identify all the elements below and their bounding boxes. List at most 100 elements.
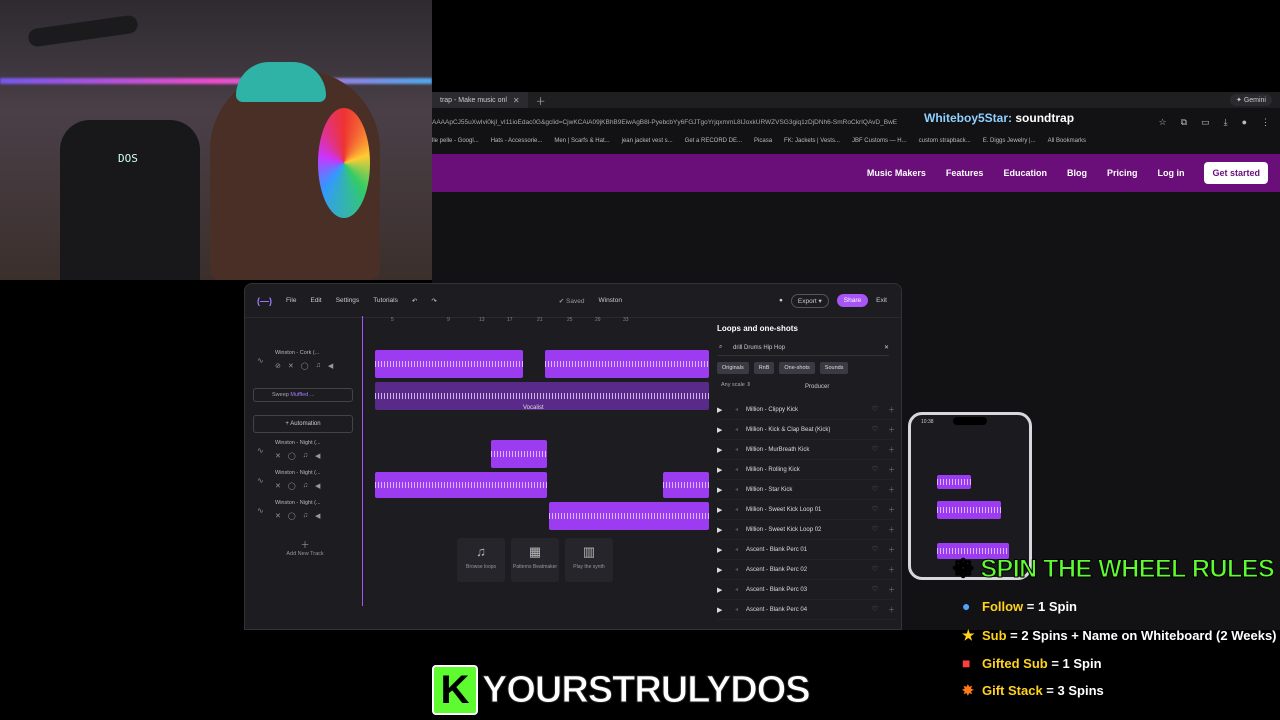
heart-icon[interactable]: ♡ xyxy=(872,525,878,535)
effects-icon[interactable]: ✕ xyxy=(275,482,281,490)
loop-item[interactable]: ▶ ◂ Million - Star Kick ♡ ＋ xyxy=(717,480,895,500)
play-icon[interactable]: ▶ xyxy=(717,426,727,434)
nav-pricing[interactable]: Pricing xyxy=(1107,168,1138,178)
nav-features[interactable]: Features xyxy=(946,168,984,178)
project-name[interactable]: Winston xyxy=(598,297,621,304)
track-header[interactable]: ∿ Winston - Night (... ✕ ◯ ♫ ◀ xyxy=(253,498,357,526)
bookmark[interactable]: lle pelle - Googl... xyxy=(432,138,479,144)
add-icon[interactable]: ＋ xyxy=(888,445,895,455)
add-icon[interactable]: ＋ xyxy=(888,605,895,615)
play-icon[interactable]: ▶ xyxy=(717,566,727,574)
nav-blog[interactable]: Blog xyxy=(1067,168,1087,178)
gemini-button[interactable]: ✦ Gemini xyxy=(1230,94,1272,106)
play-icon[interactable]: ▶ xyxy=(717,526,727,534)
menu-settings[interactable]: Settings xyxy=(336,297,360,304)
new-tab-icon[interactable]: ＋ xyxy=(536,93,546,108)
export-button[interactable]: Export ▾ xyxy=(790,293,829,308)
heart-icon[interactable]: ♡ xyxy=(872,405,878,415)
bookmark[interactable]: FK: Jackets | Vests... xyxy=(784,138,840,144)
menu-edit[interactable]: Edit xyxy=(310,297,321,304)
beatmaker-tile[interactable]: ▦ Patterns Beatmaker xyxy=(511,538,559,582)
exit-button[interactable]: Exit xyxy=(876,297,887,304)
play-icon[interactable]: ▶ xyxy=(717,606,727,614)
play-icon[interactable]: ▶ xyxy=(717,586,727,594)
track-name[interactable]: Winston - Night (... xyxy=(275,470,321,476)
heart-icon[interactable]: ♡ xyxy=(872,605,878,615)
headphones-icon[interactable]: ♫ xyxy=(303,512,308,520)
collaborator-icon[interactable]: ● xyxy=(779,297,783,304)
add-icon[interactable]: ＋ xyxy=(888,505,895,515)
track-name[interactable]: Winston - Night (... xyxy=(275,500,321,506)
heart-icon[interactable]: ♡ xyxy=(872,445,878,455)
star-icon[interactable]: ☆ xyxy=(1159,117,1167,128)
track-header[interactable]: ∿ Winston - Night (... ✕ ◯ ♫ ◀ xyxy=(253,438,357,466)
nav-log-in[interactable]: Log in xyxy=(1157,168,1184,178)
bookmark[interactable]: Hats - Accessorie... xyxy=(491,138,543,144)
add-icon[interactable]: ＋ xyxy=(888,565,895,575)
soundtrap-logo-icon[interactable]: (—) xyxy=(257,296,272,306)
synth-tile[interactable]: ▥ Play the synth xyxy=(565,538,613,582)
loop-item[interactable]: ▶ ◂ Ascent - Blank Perc 03 ♡ ＋ xyxy=(717,580,895,600)
heart-icon[interactable]: ♡ xyxy=(872,505,878,515)
volume-knob-icon[interactable]: ◯ xyxy=(301,362,309,370)
close-icon[interactable]: ✕ xyxy=(513,96,520,105)
share-button[interactable]: Share xyxy=(836,294,869,307)
automation-lane-sweep[interactable]: Sweep Muffled ... xyxy=(253,388,353,402)
chip-originals[interactable]: Originals xyxy=(717,362,749,374)
play-icon[interactable]: ▶ xyxy=(717,486,727,494)
play-icon[interactable]: ▶ xyxy=(717,446,727,454)
redo-icon[interactable]: ↷ xyxy=(431,297,436,305)
speaker-icon[interactable]: ◀ xyxy=(328,362,333,370)
track-header[interactable]: ∿ Winston - Cork (... ⊘ ✕ ◯ ♫ ◀ xyxy=(253,348,357,376)
volume-knob-icon[interactable]: ◯ xyxy=(288,482,296,490)
address-bar[interactable]: AAAApCJ55uXwIvi0kjl_vI11ioEdac0G&gclid=C… xyxy=(432,111,1280,130)
track-name[interactable]: Winston - Night (... xyxy=(275,440,321,446)
bookmark[interactable]: Men | Scarfs & Hat... xyxy=(554,138,609,144)
heart-icon[interactable]: ♡ xyxy=(872,485,878,495)
bookmark[interactable]: E. Diggs Jewelry |... xyxy=(983,138,1036,144)
add-icon[interactable]: ＋ xyxy=(888,585,895,595)
chip-sounds[interactable]: Sounds xyxy=(819,362,849,374)
speaker-icon[interactable]: ◀ xyxy=(315,452,320,460)
heart-icon[interactable]: ♡ xyxy=(872,565,878,575)
audio-clip[interactable] xyxy=(375,472,547,498)
headphones-icon[interactable]: ♫ xyxy=(303,452,308,460)
loop-item[interactable]: ▶ ◂ Million - Rolling Kick ♡ ＋ xyxy=(717,460,895,480)
chip-rnb[interactable]: RnB xyxy=(753,362,775,374)
loop-item[interactable]: ▶ ◂ Million - Sweet Kick Loop 02 ♡ ＋ xyxy=(717,520,895,540)
effects-icon[interactable]: ✕ xyxy=(288,362,294,370)
loop-item[interactable]: ▶ ◂ Million - Sweet Kick Loop 01 ♡ ＋ xyxy=(717,500,895,520)
audio-clip[interactable] xyxy=(375,350,523,378)
profile-icon[interactable]: ● xyxy=(1242,117,1247,128)
loop-item[interactable]: ▶ ◂ Ascent - Blank Perc 04 ♡ ＋ xyxy=(717,600,895,620)
add-icon[interactable]: ＋ xyxy=(888,405,895,415)
effects-icon[interactable]: ✕ xyxy=(275,452,281,460)
audio-clip[interactable] xyxy=(663,472,709,498)
close-icon[interactable]: ✕ xyxy=(884,344,889,351)
menu-tutorials[interactable]: Tutorials xyxy=(373,297,398,304)
sidebar-icon[interactable]: ▭ xyxy=(1201,117,1210,128)
all-bookmarks[interactable]: All Bookmarks xyxy=(1048,138,1086,144)
loop-item[interactable]: ▶ ◂ Ascent - Blank Perc 01 ♡ ＋ xyxy=(717,540,895,560)
scale-select[interactable]: Any scale ⇕ xyxy=(721,382,751,388)
loop-item[interactable]: ▶ ◂ Ascent - Blank Perc 02 ♡ ＋ xyxy=(717,560,895,580)
play-icon[interactable]: ▶ xyxy=(717,466,727,474)
play-icon[interactable]: ▶ xyxy=(717,406,727,414)
extensions-icon[interactable]: ⧉ xyxy=(1181,117,1187,128)
volume-knob-icon[interactable]: ◯ xyxy=(288,512,296,520)
loop-item[interactable]: ▶ ◂ Million - MurBreath Kick ♡ ＋ xyxy=(717,440,895,460)
bookmark[interactable]: custom strapback... xyxy=(919,138,971,144)
bookmark[interactable]: Picasa xyxy=(754,138,772,144)
effects-icon[interactable]: ✕ xyxy=(275,512,281,520)
chip-one-shots[interactable]: One-shots xyxy=(779,362,815,374)
bookmark[interactable]: Get a RECORD DE... xyxy=(685,138,742,144)
download-icon[interactable]: ⤓ xyxy=(1224,117,1228,128)
add-icon[interactable]: ＋ xyxy=(888,425,895,435)
loops-search-input[interactable]: ⌕ drill Drums Hip Hop ✕ xyxy=(717,342,889,356)
track-name[interactable]: Winston - Cork (... xyxy=(275,350,319,356)
add-new-track-button[interactable]: ＋ Add New Track xyxy=(275,538,335,558)
menu-file[interactable]: File xyxy=(286,297,296,304)
add-icon[interactable]: ＋ xyxy=(888,465,895,475)
get-started-button[interactable]: Get started xyxy=(1204,162,1268,184)
add-icon[interactable]: ＋ xyxy=(888,545,895,555)
